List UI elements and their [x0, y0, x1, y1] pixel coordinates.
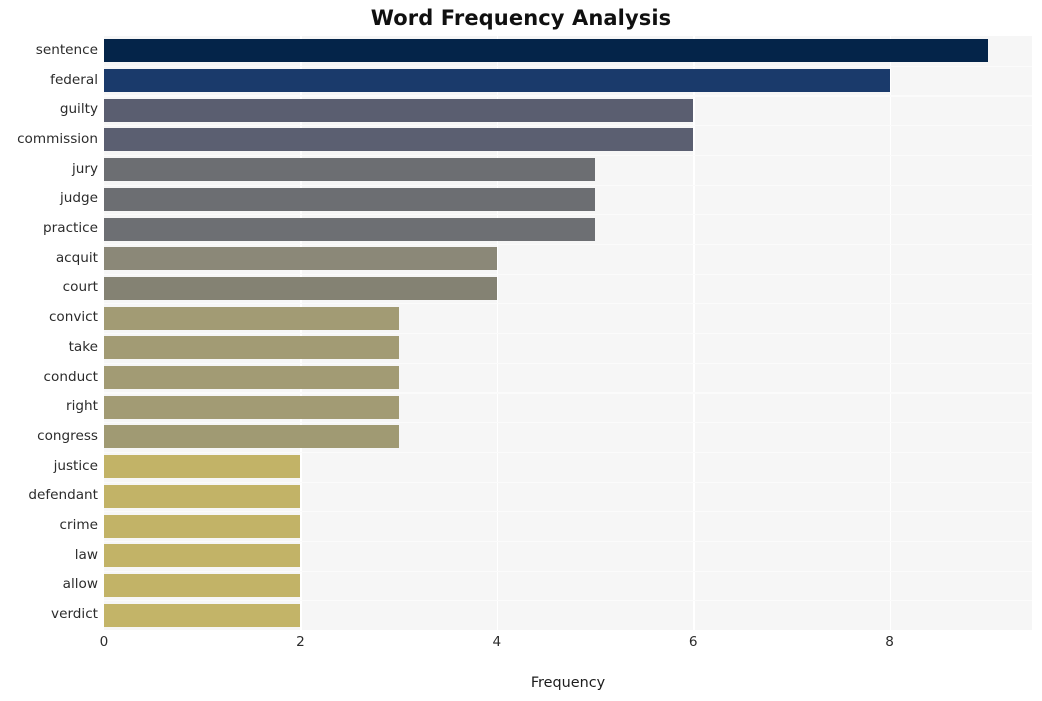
bar: [104, 573, 301, 597]
y-gridline: [104, 451, 1032, 453]
x-axis-tick-label: 8: [885, 634, 894, 650]
bar: [104, 217, 595, 241]
y-gridline: [104, 273, 1032, 275]
bar: [104, 306, 399, 330]
x-axis-tick-label: 0: [99, 634, 109, 650]
y-axis-tick-label: sentence: [35, 41, 98, 58]
y-axis-tick-label: judge: [59, 190, 98, 207]
bar: [104, 425, 399, 449]
bar: [104, 128, 694, 152]
y-axis-tick-label: justice: [53, 457, 98, 474]
bar: [104, 158, 595, 182]
y-axis-tick-label: acquit: [55, 249, 98, 266]
x-axis-tick-labels: 0 2 4 6 8: [0, 634, 1042, 660]
y-axis-tick-label: jury: [71, 160, 98, 177]
y-gridline: [104, 392, 1032, 394]
y-axis-tick-label: defendant: [28, 487, 98, 504]
y-gridline: [104, 422, 1032, 424]
y-axis-tick-label: verdict: [51, 606, 98, 623]
bar: [104, 276, 497, 300]
bar: [104, 455, 301, 479]
y-axis-tick-label: practice: [43, 220, 98, 237]
y-gridline: [104, 540, 1032, 543]
y-axis-tick-label: congress: [37, 427, 98, 444]
page-title: Word Frequency Analysis: [370, 6, 672, 30]
bar: [104, 366, 399, 390]
bar: [104, 514, 301, 538]
y-axis-tick-label: commission: [17, 130, 98, 147]
y-axis-tick-label: federal: [50, 71, 98, 88]
x-axis-tick-label: 6: [688, 634, 698, 650]
y-axis-tick-label: conduct: [43, 368, 98, 385]
bar: [104, 484, 301, 508]
y-axis-tick-label: law: [74, 546, 98, 563]
y-axis-tick-label: guilty: [59, 101, 98, 118]
y-gridline: [104, 95, 1032, 97]
y-gridline: [104, 600, 1032, 602]
y-axis-tick-label: allow: [62, 576, 98, 593]
y-gridline: [104, 481, 1032, 483]
bar: [104, 603, 301, 627]
y-axis-tick-labels: sentence federal guilty commission jury judge…: [0, 36, 98, 630]
y-gridline: [104, 333, 1032, 335]
y-axis-tick-label: take: [68, 338, 98, 355]
bar: [104, 395, 399, 419]
y-axis-tick-label: crime: [59, 517, 98, 534]
y-gridline: [104, 362, 1032, 364]
y-gridline: [104, 214, 1032, 216]
bar: [104, 98, 694, 122]
bar: [104, 39, 988, 63]
bar: [104, 336, 399, 360]
y-gridline: [104, 243, 1032, 246]
y-gridline: [104, 125, 1032, 127]
y-gridline: [104, 154, 1032, 156]
y-axis-tick-label: convict: [48, 309, 98, 326]
bar: [104, 247, 497, 271]
bar: [104, 187, 595, 211]
x-axis-tick-label: 2: [296, 634, 305, 650]
y-axis-tick-label: right: [66, 398, 98, 415]
y-gridline: [104, 303, 1032, 305]
x-axis-tick-label: 4: [492, 634, 502, 650]
y-gridline: [104, 570, 1032, 572]
y-axis-tick-label: court: [62, 279, 98, 296]
bar: [104, 544, 301, 568]
y-gridline: [104, 511, 1032, 513]
bar-chart-figure: Word Frequency Analysis sentence federal g…: [0, 0, 1042, 701]
y-gridline: [104, 184, 1032, 186]
x-axis-title: Frequency: [530, 675, 606, 691]
plot-area: [104, 36, 1032, 630]
y-gridline: [104, 65, 1032, 67]
bar: [104, 69, 890, 93]
